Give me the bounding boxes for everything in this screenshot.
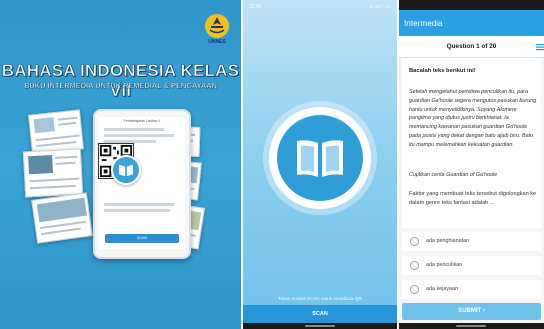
radio-button[interactable] <box>410 261 419 270</box>
open-book-icon <box>119 164 133 177</box>
tablet-header: Pembelajaran Latihan 1 <box>99 117 185 125</box>
app-title: Intermedia <box>404 19 443 28</box>
system-nav-bar <box>243 323 397 329</box>
submit-button[interactable]: SUBMIT › <box>402 303 541 320</box>
home-indicator[interactable] <box>305 325 335 327</box>
answer-option[interactable]: ada penghianatan <box>402 232 541 251</box>
passage-citation: Cuplikan cerita Guardian of Ga'hoole <box>409 172 498 178</box>
logo-text: UNNES <box>208 39 226 45</box>
book-logo-circle <box>269 107 371 209</box>
menu-icon[interactable] <box>536 43 544 51</box>
radio-button[interactable] <box>410 285 419 294</box>
scan-button[interactable]: SCAN <box>243 305 397 323</box>
home-indicator[interactable] <box>456 325 486 327</box>
question-counter: Question 1 of 20 <box>446 43 497 50</box>
question-instruction: Bacalah teks berikut ini! <box>409 68 476 74</box>
system-nav-bar <box>399 323 544 329</box>
question-text: Faktor yang membuat teks tersebut digolo… <box>409 191 537 206</box>
book-icon-badge <box>111 155 141 185</box>
status-bar: 22.61 ≡ .ull ≈ ▭ <box>243 0 397 14</box>
status-time: 22.61 <box>249 4 262 10</box>
scan-hint: Tekan tombol SCAN untuk membaca QR <box>278 296 362 301</box>
quiz-screen: Intermedia Question 1 of 20 Bacalah teks… <box>399 0 544 329</box>
status-bar <box>399 0 544 10</box>
open-book-icon <box>297 140 343 177</box>
document-thumbnail <box>31 192 93 244</box>
book-cover: UNNES BAHASA INDONESIA KELAS VII BUKU IN… <box>0 0 241 329</box>
unnes-logo-icon <box>205 14 229 38</box>
answer-option[interactable]: ada penculikan <box>402 256 541 275</box>
tablet-scan-label: SCAN <box>137 236 147 240</box>
cover-subtitle: BUKU INTERMEDIA UNTUK REMEDIAL & PENGAYA… <box>24 81 217 90</box>
radio-button[interactable] <box>410 237 419 246</box>
document-thumbnail <box>22 148 84 198</box>
answer-option[interactable]: ada kejayaan <box>402 280 541 299</box>
reading-passage: Setelah mengetahui peristiwa penculikan … <box>409 89 537 148</box>
app-bar: Intermedia <box>399 10 544 36</box>
answer-option-label: ada kejayaan <box>426 286 459 292</box>
answer-option-label: ada penculikan <box>426 262 463 268</box>
question-header: Question 1 of 20 <box>399 36 544 58</box>
scanner-screen: 22.61 ≡ .ull ≈ ▭ Tekan tombol SCAN untuk… <box>243 0 397 329</box>
answer-option-label: ada penghianatan <box>426 238 470 244</box>
tablet-mockup: Pembelajaran Latihan 1 SCAN <box>93 109 191 259</box>
status-icons: ≡ .ull ≈ ▭ <box>370 4 391 10</box>
question-card: Bacalah teks berikut ini! Setelah menget… <box>402 58 541 228</box>
